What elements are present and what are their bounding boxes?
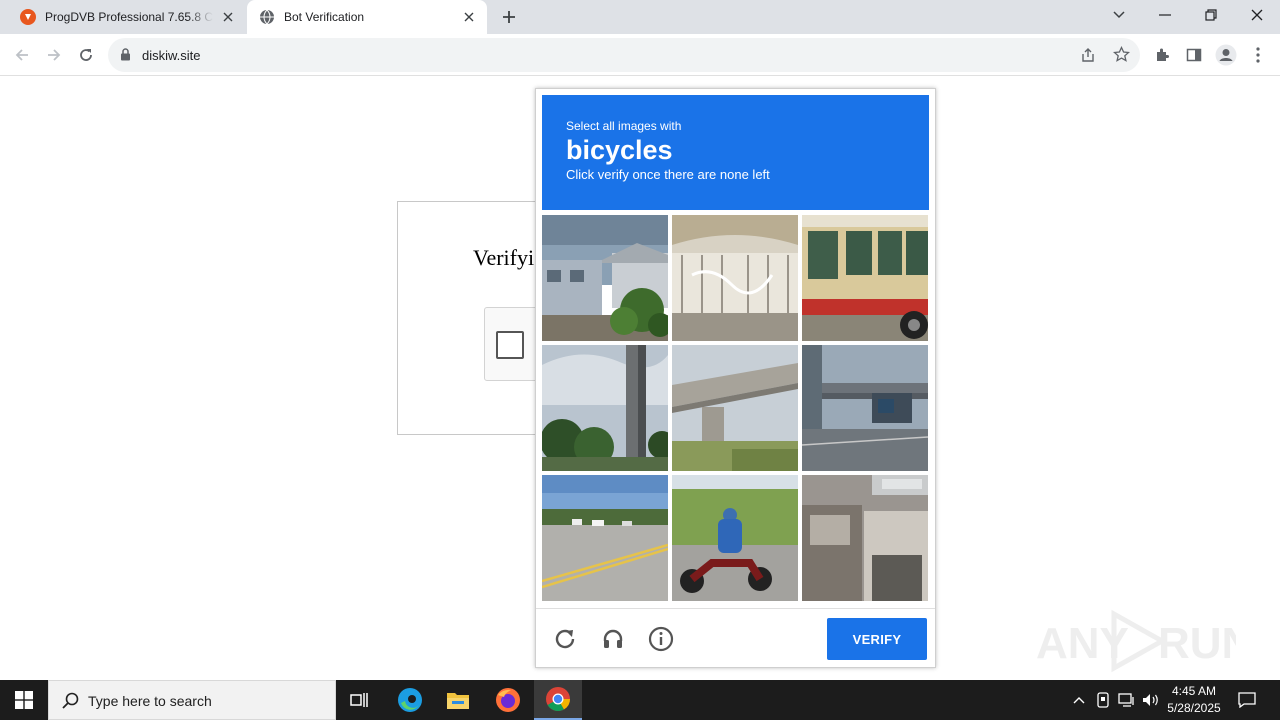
reload-icon[interactable] [551,625,579,653]
profile-avatar-icon[interactable] [1214,43,1238,67]
extensions-icon[interactable] [1150,43,1174,67]
captcha-tile-station-canopy[interactable] [672,215,798,341]
close-window-icon[interactable] [1244,4,1270,26]
captcha-tile-overpass[interactable] [672,345,798,471]
close-tab-icon[interactable] [220,9,236,25]
tab-bot-verification[interactable]: Bot Verification [247,0,487,34]
notifications-icon[interactable] [1238,692,1256,708]
tab-strip: ProgDVB Professional 7.65.8 Cra Bot Veri… [0,0,1280,34]
captcha-checkbox[interactable] [496,331,524,359]
taskbar-search-box[interactable]: Type here to search [48,680,336,720]
verification-heading: Verifyi [473,245,535,270]
anyrun-watermark: ANY RUN [1036,608,1253,674]
windows-taskbar: Type here to search 4:45 AM 5/28/2025 [0,680,1280,720]
windows-logo-icon [15,691,33,709]
captcha-header: Select all images with bicycles Click ve… [542,95,929,210]
captcha-instruction: Click verify once there are none left [566,167,770,182]
search-icon [62,692,79,714]
captcha-prompt-prefix: Select all images with [566,119,682,133]
reload-button[interactable] [74,43,98,67]
side-panel-icon[interactable] [1182,43,1206,67]
captcha-tile-road[interactable] [542,475,668,601]
taskbar-search-placeholder: Type here to search [88,693,212,709]
captcha-tile-bus[interactable] [802,215,928,341]
address-bar[interactable]: diskiw.site [108,38,1140,72]
browser-toolbar: diskiw.site [0,34,1280,76]
menu-icon[interactable] [1246,43,1270,67]
lock-icon[interactable] [120,48,131,66]
tab-progdvb[interactable]: ProgDVB Professional 7.65.8 Cra [8,0,246,34]
back-button[interactable] [10,43,34,67]
device-icon[interactable] [1094,692,1112,708]
edge-icon[interactable] [386,680,434,720]
tab-title: ProgDVB Professional 7.65.8 Cra [45,10,213,24]
watermark-text-run: RUN [1158,619,1236,668]
new-tab-button[interactable] [498,6,520,28]
captcha-challenge: Select all images with bicycles Click ve… [535,88,936,668]
show-hidden-icons-icon[interactable] [1070,692,1088,708]
globe-icon [259,9,275,25]
tab-search-icon[interactable] [1106,4,1132,26]
captcha-tile-bridge-pillar[interactable] [542,345,668,471]
captcha-footer-divider [536,608,935,609]
url-text[interactable]: diskiw.site [142,48,201,63]
captcha-tile-street-houses[interactable] [542,215,668,341]
verify-button[interactable]: VERIFY [827,618,927,660]
captcha-tile-truck[interactable] [802,345,928,471]
chrome-icon[interactable] [534,680,582,720]
clock-date: 5/28/2025 [1167,701,1221,715]
minimize-icon[interactable] [1152,4,1178,26]
firefox-icon[interactable] [484,680,532,720]
audio-icon[interactable] [599,625,627,653]
captcha-image-grid [542,215,929,602]
restore-icon[interactable] [1198,4,1224,26]
start-button[interactable] [0,680,48,720]
info-icon[interactable] [647,625,675,653]
bookmark-star-icon[interactable] [1112,45,1131,68]
share-icon[interactable] [1080,47,1096,68]
captcha-tile-motorbike[interactable] [672,475,798,601]
volume-icon[interactable] [1142,692,1160,708]
clock-time: 4:45 AM [1171,684,1217,698]
captcha-tile-building[interactable] [802,475,928,601]
forward-button[interactable] [42,43,66,67]
close-tab-icon[interactable] [461,9,477,25]
tab-title: Bot Verification [284,10,365,24]
progdvb-icon [20,9,36,25]
taskbar-clock[interactable]: 4:45 AM 5/28/2025 [1162,683,1226,717]
captcha-target: bicycles [566,135,673,165]
file-explorer-icon[interactable] [434,680,482,720]
network-icon[interactable] [1118,692,1136,708]
task-view-icon[interactable] [336,680,384,720]
